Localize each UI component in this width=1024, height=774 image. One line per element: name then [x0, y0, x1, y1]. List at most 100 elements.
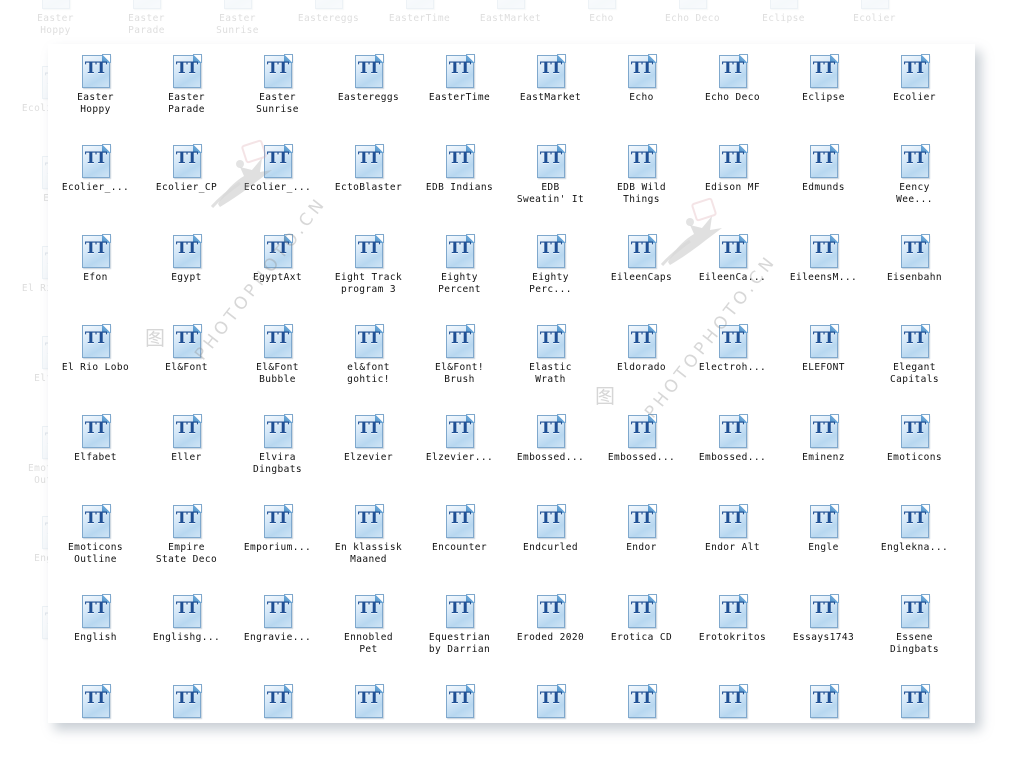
file-item[interactable]: TT EileensM... [778, 229, 869, 319]
file-item[interactable]: TT ELEFONT [778, 319, 869, 409]
file-item[interactable]: TT Equestrian by Darrian [414, 589, 505, 679]
truetype-font-file-icon: TT [718, 594, 748, 628]
file-item[interactable]: TT Endor Alt [687, 499, 778, 589]
file-item[interactable]: TT Emoticons [869, 409, 960, 499]
file-item[interactable]: TT [50, 679, 141, 723]
file-label: Englishg... [152, 632, 221, 643]
file-item[interactable]: TT Embossed... [687, 409, 778, 499]
file-item[interactable]: TT Eastereggs [323, 49, 414, 139]
file-item[interactable]: TT El Rio Lobo [50, 319, 141, 409]
truetype-font-file-icon: TT [81, 684, 111, 718]
file-item[interactable]: TT Edison MF [687, 139, 778, 229]
file-item[interactable]: TT Ennobled Pet [323, 589, 414, 679]
file-item[interactable]: TT Elvira Dingbats [232, 409, 323, 499]
file-item[interactable]: TT Englishg... [141, 589, 232, 679]
file-item[interactable]: TT Eisenbahn [869, 229, 960, 319]
file-item[interactable]: TT Easter Sunrise [232, 49, 323, 139]
file-item[interactable]: TT Eroded 2020 [505, 589, 596, 679]
file-item[interactable]: TT Eclipse [778, 49, 869, 139]
file-item[interactable]: TT EctoBlaster [323, 139, 414, 229]
file-item[interactable]: TT EDB Sweatin' It [505, 139, 596, 229]
file-item[interactable]: TT Egypt [141, 229, 232, 319]
file-item[interactable]: TT Endcurled [505, 499, 596, 589]
file-label: Edison MF [704, 182, 761, 193]
file-item[interactable]: TT [505, 679, 596, 723]
tt-glyph: TT [721, 598, 744, 617]
file-item[interactable]: TT EDB Wild Things [596, 139, 687, 229]
tt-glyph: TT [84, 418, 107, 437]
file-item[interactable]: TT Elzevier [323, 409, 414, 499]
file-item[interactable]: TT EastMarket [505, 49, 596, 139]
file-item[interactable]: TT Ecolier_CP [141, 139, 232, 229]
file-item[interactable]: TT EileenCaps [596, 229, 687, 319]
file-item[interactable]: TT el&font gohtic! [323, 319, 414, 409]
file-item[interactable]: TT Engle [778, 499, 869, 589]
file-item[interactable]: TT Eency Wee... [869, 139, 960, 229]
file-item[interactable]: TT Eight Track program 3 [323, 229, 414, 319]
file-item[interactable]: TT El&Font! Brush [414, 319, 505, 409]
file-item[interactable]: TT Embossed... [505, 409, 596, 499]
tt-glyph: TT [175, 598, 198, 617]
file-label: EctoBlaster [334, 182, 403, 193]
file-item[interactable]: TT [414, 679, 505, 723]
file-item[interactable]: TT Elastic Wrath [505, 319, 596, 409]
file-item[interactable]: TT EileenCa... [687, 229, 778, 319]
file-item[interactable]: TT Elfabet [50, 409, 141, 499]
file-item[interactable]: TT Eminenz [778, 409, 869, 499]
file-item[interactable]: TT Engravie... [232, 589, 323, 679]
file-item[interactable]: TT EDB Indians [414, 139, 505, 229]
tt-glyph: TT [266, 328, 289, 347]
file-item[interactable]: TT Emoticons Outline [50, 499, 141, 589]
truetype-font-file-icon: TT [172, 54, 202, 88]
file-item[interactable]: TT EasterTime [414, 49, 505, 139]
file-item[interactable]: TT Eighty Percent [414, 229, 505, 319]
tt-glyph: TT [721, 418, 744, 437]
file-item[interactable]: TT Elegant Capitals [869, 319, 960, 409]
file-item[interactable]: TT Encounter [414, 499, 505, 589]
file-item[interactable]: TT Ecolier_... [232, 139, 323, 229]
file-item[interactable]: TT [232, 679, 323, 723]
file-item[interactable]: TT Embossed... [596, 409, 687, 499]
file-item[interactable]: TT [323, 679, 414, 723]
file-item[interactable]: TT Emporium... [232, 499, 323, 589]
file-item[interactable]: TT [778, 679, 869, 723]
file-item[interactable]: TT Eighty Perc... [505, 229, 596, 319]
file-item[interactable]: TT Ecolier_... [50, 139, 141, 229]
file-item[interactable]: TT Echo Deco [687, 49, 778, 139]
truetype-font-file-icon: TT [627, 594, 657, 628]
file-item[interactable]: TT Ecolier [869, 49, 960, 139]
file-item[interactable]: TT Echo [596, 49, 687, 139]
file-item[interactable]: TT En klassisk Maaned [323, 499, 414, 589]
file-item[interactable]: TT Eldorado [596, 319, 687, 409]
truetype-font-file-icon: TT [809, 414, 839, 448]
file-item[interactable]: TT [869, 679, 960, 723]
file-item[interactable]: TT Efon [50, 229, 141, 319]
tt-glyph: TT [903, 238, 926, 257]
file-item[interactable]: TT Essays1743 [778, 589, 869, 679]
file-label: Endcurled [522, 542, 579, 553]
file-item[interactable]: TT Eller [141, 409, 232, 499]
file-item[interactable]: TT Erotokritos [687, 589, 778, 679]
tt-glyph: TT [84, 688, 107, 707]
file-item[interactable]: TT Erotica CD [596, 589, 687, 679]
file-item[interactable]: TT English [50, 589, 141, 679]
file-item[interactable]: TT Empire State Deco [141, 499, 232, 589]
truetype-font-file-icon: TT [172, 594, 202, 628]
file-item[interactable]: TT El&Font [141, 319, 232, 409]
file-item[interactable]: TT [141, 679, 232, 723]
file-item[interactable]: TT EgyptAxt [232, 229, 323, 319]
file-item[interactable]: TT Electroh... [687, 319, 778, 409]
file-item[interactable]: TT [687, 679, 778, 723]
tt-glyph: TT [357, 598, 380, 617]
file-label: Ecolier [853, 13, 896, 24]
file-item[interactable]: TT Essene Dingbats [869, 589, 960, 679]
file-item[interactable]: TT Edmunds [778, 139, 869, 229]
file-item[interactable]: TT [596, 679, 687, 723]
file-item[interactable]: TT Easter Hoppy [50, 49, 141, 139]
truetype-font-file-icon: TT [627, 684, 657, 718]
file-item[interactable]: TT Easter Parade [141, 49, 232, 139]
file-item[interactable]: TT Englekna... [869, 499, 960, 589]
file-item[interactable]: TT El&Font Bubble [232, 319, 323, 409]
file-item[interactable]: TT Endor [596, 499, 687, 589]
file-item[interactable]: TT Elzevier... [414, 409, 505, 499]
